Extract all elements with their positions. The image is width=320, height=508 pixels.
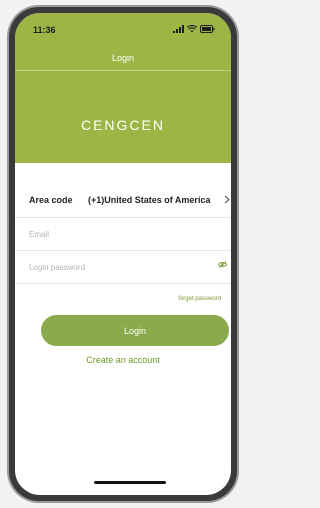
phone-frame: 11:36 Login CENGCEN Area code (+1)United… xyxy=(9,7,237,501)
nav-divider xyxy=(15,70,231,71)
area-code-value: (+1)United States of America xyxy=(88,195,211,205)
status-bar: 11:36 xyxy=(15,13,231,45)
status-time: 11:36 xyxy=(33,25,56,35)
nav-title: Login xyxy=(111,53,135,63)
email-row xyxy=(15,218,231,251)
forgot-password-link[interactable]: forget password xyxy=(178,296,221,302)
status-icons xyxy=(173,25,215,33)
create-account-link[interactable]: Create an account xyxy=(15,355,231,365)
area-code-label: Area code xyxy=(29,195,73,205)
area-code-selector[interactable]: Area code (+1)United States of America xyxy=(15,184,231,218)
chevron-right-icon xyxy=(224,195,230,204)
password-row xyxy=(15,251,231,284)
eye-off-icon[interactable] xyxy=(218,261,227,268)
brand-logo: CENGCEN xyxy=(80,117,165,133)
signal-icon xyxy=(173,25,184,33)
email-field[interactable] xyxy=(29,226,199,242)
login-button[interactable]: Login xyxy=(41,315,229,346)
wifi-icon xyxy=(187,25,197,33)
battery-icon xyxy=(200,25,215,33)
header-hero: 11:36 Login CENGCEN xyxy=(15,13,231,163)
password-field[interactable] xyxy=(29,259,199,275)
home-indicator xyxy=(94,481,166,484)
screen: 11:36 Login CENGCEN Area code (+1)United… xyxy=(15,13,231,495)
